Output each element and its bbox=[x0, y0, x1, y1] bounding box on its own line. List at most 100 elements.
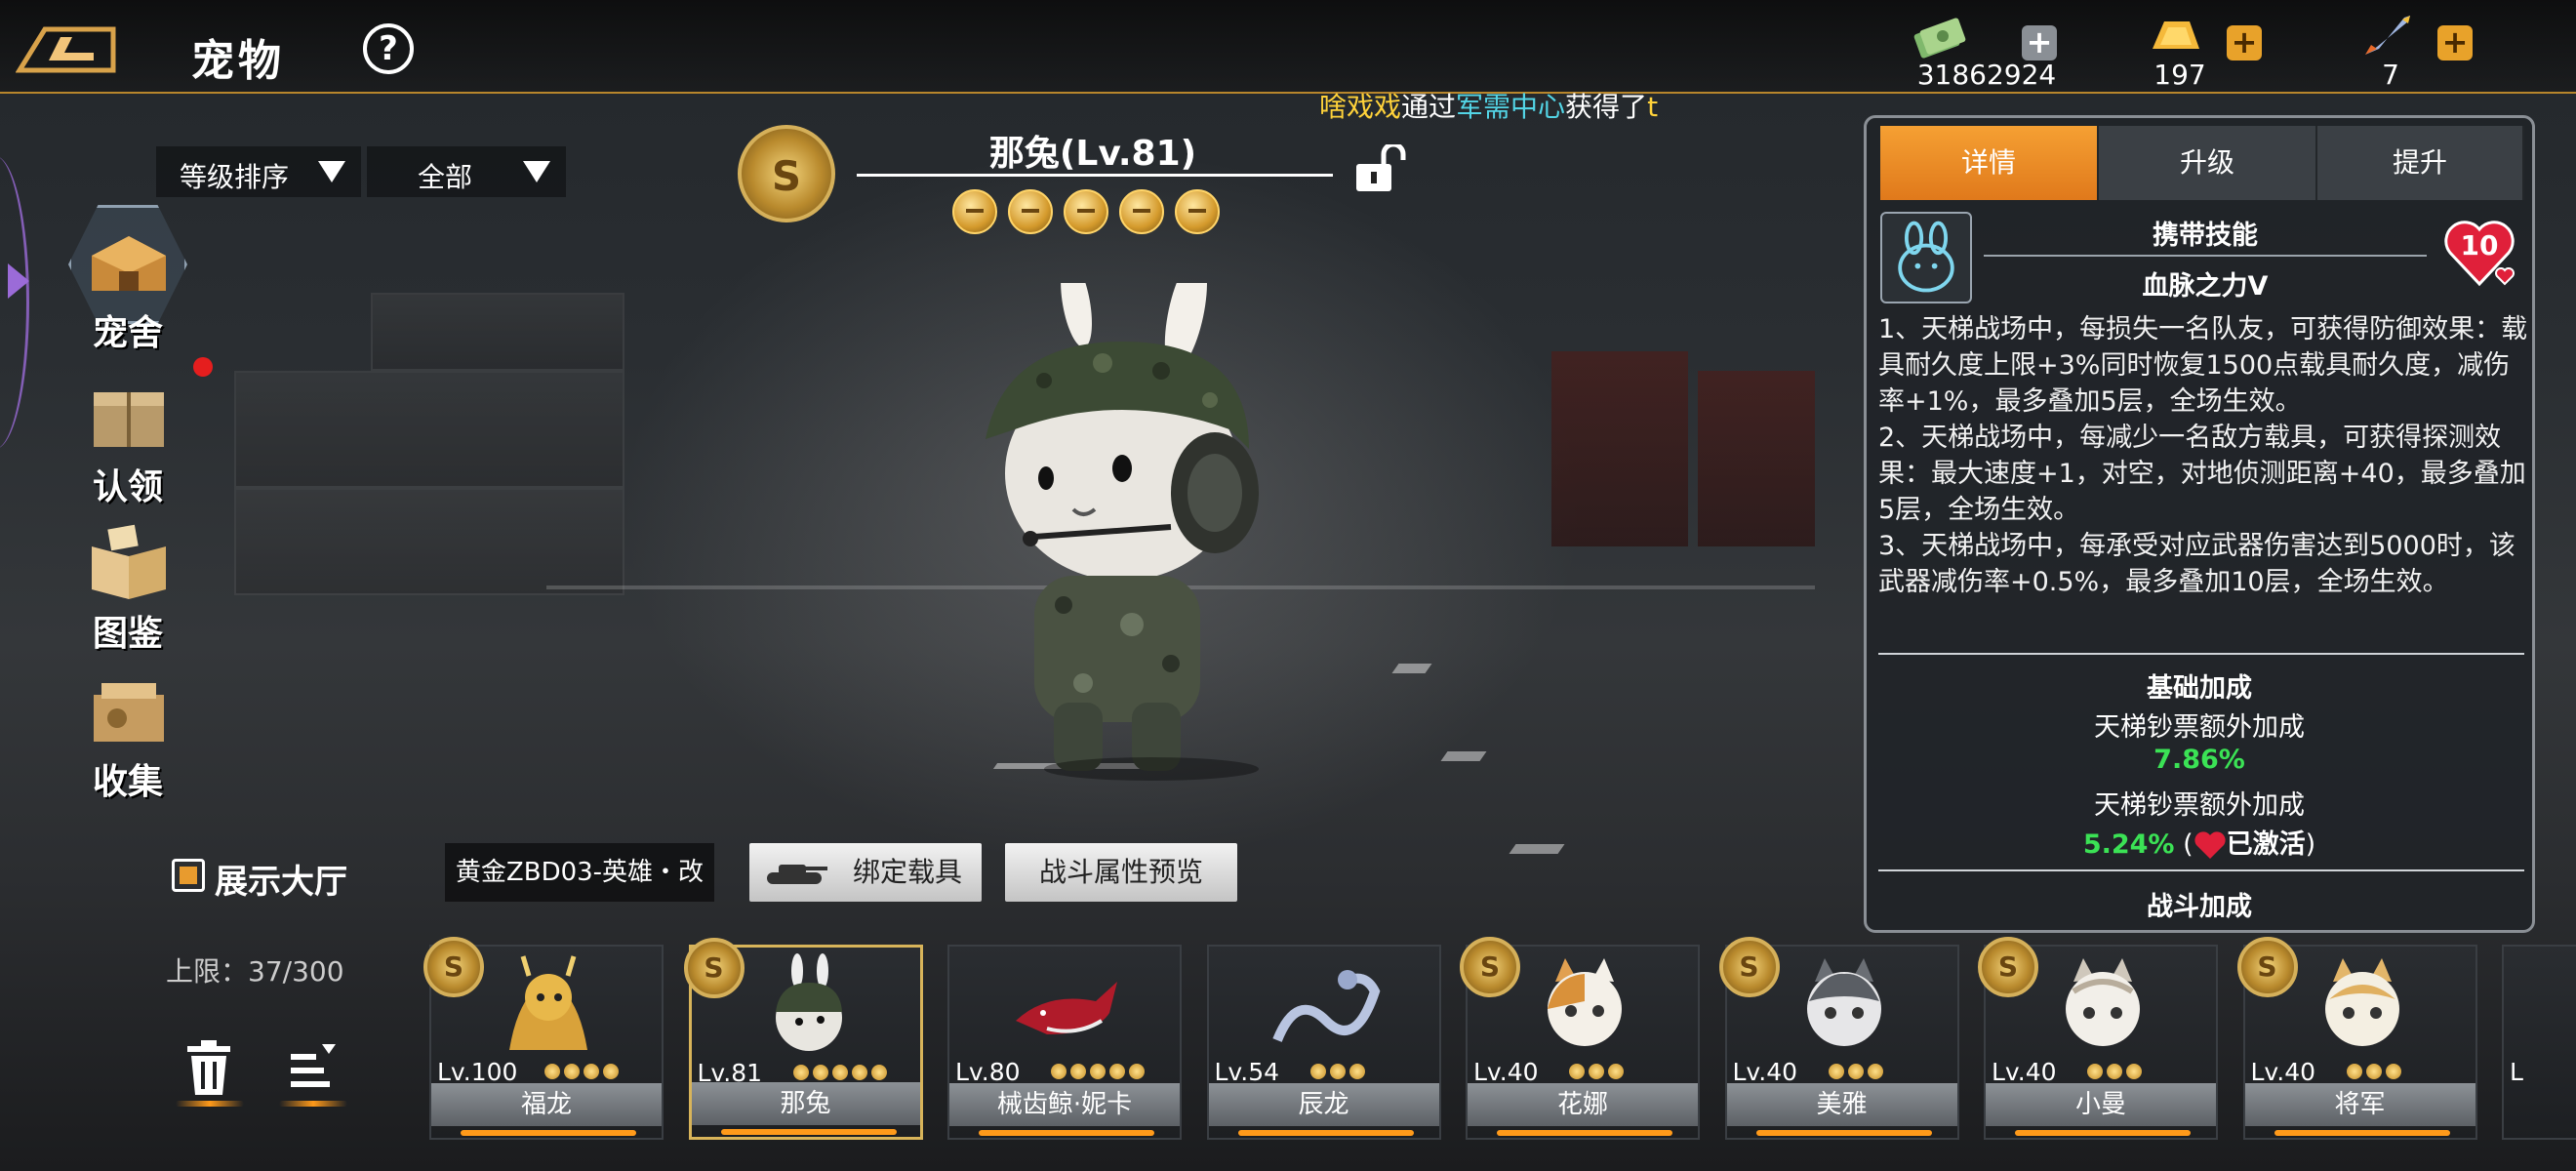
currency-gold: + 197 bbox=[2147, 10, 2274, 91]
add-banknotes-button[interactable]: + bbox=[2022, 25, 2057, 61]
pet-card-name: 福龙 bbox=[431, 1083, 662, 1126]
rank-badge-letter: S bbox=[1739, 950, 1759, 983]
combat-preview-button[interactable]: 战斗属性预览 bbox=[1005, 843, 1237, 902]
expand-arrow-icon[interactable] bbox=[8, 263, 29, 299]
pet-card[interactable]: S Lv.81 那兔 bbox=[683, 938, 923, 1140]
pet-card[interactable]: S Lv.40 小曼 bbox=[1978, 937, 2218, 1140]
show-hall-checkbox[interactable] bbox=[172, 859, 205, 892]
pet-card-name: 械齿鲸·妮卡 bbox=[949, 1083, 1180, 1126]
notification-dot bbox=[193, 357, 213, 377]
pet-card-name: 辰龙 bbox=[1208, 1083, 1439, 1126]
star-icon bbox=[870, 1065, 887, 1080]
top-divider bbox=[0, 92, 2576, 94]
star-icon bbox=[1070, 1064, 1086, 1079]
star-icon bbox=[2385, 1064, 2401, 1079]
trash-icon[interactable] bbox=[185, 1038, 232, 1097]
back-button[interactable] bbox=[15, 23, 117, 76]
star-icon bbox=[584, 1064, 599, 1079]
pet-stars bbox=[1307, 1064, 1365, 1081]
pet-card-name: 将军 bbox=[2244, 1083, 2475, 1126]
base-bonus-row2-label: 天梯钞票额外加成 bbox=[2094, 790, 2305, 821]
pet-level: Lv.40 bbox=[1732, 1058, 1798, 1086]
pet-name-underline bbox=[857, 174, 1333, 177]
pet-card[interactable]: S Lv.40 将军 bbox=[2236, 937, 2477, 1140]
pet-card-partial[interactable]: L bbox=[2502, 945, 2576, 1140]
rank-s-badge: S bbox=[683, 938, 745, 998]
tab-upgrade[interactable]: 升级 bbox=[2099, 126, 2317, 200]
skill-divider bbox=[1984, 255, 2427, 257]
nav-handbook-label: 图鉴 bbox=[92, 614, 163, 654]
kennel-icon bbox=[92, 236, 166, 291]
nav-kennel[interactable]: 宠舍 bbox=[68, 205, 187, 353]
rank-s-badge: S bbox=[1460, 937, 1520, 997]
star-icon bbox=[1348, 1064, 1365, 1079]
rank-badge-letter: S bbox=[1997, 950, 2019, 983]
pet-portrait bbox=[1806, 958, 1881, 1046]
sort-dropdown[interactable]: 等级排序 bbox=[156, 146, 361, 197]
bell-icon bbox=[952, 189, 997, 234]
skill-description: 1、天梯战场中，每损失一名队友，可获得防御效果：载具耐久度上限+3%同时恢复15… bbox=[1878, 311, 2532, 600]
gold-bars-icon bbox=[2153, 21, 2199, 49]
pet-card[interactable]: S Lv.100 福龙 bbox=[423, 937, 664, 1140]
ticker-via: 通过 bbox=[1401, 91, 1457, 123]
tab-details[interactable]: 详情 bbox=[1880, 126, 2099, 200]
rank-s-badge: S bbox=[2236, 937, 2298, 997]
sort-label: 等级排序 bbox=[180, 161, 290, 193]
star-icon bbox=[831, 1065, 848, 1080]
rocket-value: 7 bbox=[2382, 59, 2399, 91]
bell-icon bbox=[1008, 189, 1053, 234]
rank-s-badge: S bbox=[738, 125, 835, 222]
pet-portrait bbox=[775, 953, 842, 1051]
ticker-got: 获得了 bbox=[1565, 91, 1648, 123]
bell-icon bbox=[1064, 189, 1108, 234]
filter-chevron-icon bbox=[523, 161, 550, 182]
filter-dropdown[interactable]: 全部 bbox=[367, 146, 566, 197]
nav-claim[interactable]: 认领 bbox=[70, 371, 185, 507]
pet-stars bbox=[1565, 1064, 1624, 1081]
star-icon bbox=[1589, 1064, 1604, 1079]
ticker-item: t bbox=[1647, 91, 1659, 123]
star-icon bbox=[851, 1065, 867, 1080]
pet-card[interactable]: Lv.54 辰龙 bbox=[1206, 945, 1441, 1140]
bell-icon bbox=[1175, 189, 1220, 234]
pet-card-name: 小曼 bbox=[1986, 1083, 2216, 1126]
pet-level: Lv.40 bbox=[1473, 1058, 1539, 1086]
partial-card-level: L bbox=[2510, 1058, 2523, 1086]
star-icon bbox=[792, 1065, 809, 1080]
crate-icon bbox=[94, 392, 164, 447]
tab-enhance[interactable]: 提升 bbox=[2317, 126, 2524, 200]
gold-value: 197 bbox=[2153, 59, 2206, 91]
filter-label: 全部 bbox=[418, 161, 473, 193]
pet-portrait bbox=[2066, 958, 2140, 1046]
bind-vehicle-button[interactable]: 绑定载具 bbox=[749, 843, 982, 902]
show-hall-label: 展示大厅 bbox=[215, 863, 347, 902]
pet-card[interactable]: S Lv.40 美雅 bbox=[1718, 937, 1959, 1140]
pet-portrait bbox=[1548, 958, 1622, 1046]
activated-status: 已激活 bbox=[2226, 829, 2306, 860]
pet-portrait bbox=[1271, 970, 1380, 1042]
help-icon[interactable]: ? bbox=[363, 23, 414, 74]
base-bonus-title: 基础加成 bbox=[2147, 673, 2252, 704]
currency-banknotes: + 31862924 bbox=[1912, 10, 2069, 91]
add-rocket-button[interactable]: + bbox=[2437, 25, 2473, 61]
pet-card-highlight bbox=[979, 1130, 1154, 1136]
star-icon bbox=[1109, 1064, 1125, 1079]
sort-order-icon[interactable] bbox=[289, 1042, 338, 1097]
rank-badge-letter: S bbox=[2257, 950, 2277, 983]
nav-collection[interactable]: 收集 bbox=[70, 666, 185, 802]
add-gold-button[interactable]: + bbox=[2227, 25, 2262, 61]
pet-stars bbox=[2343, 1064, 2401, 1081]
unlock-icon[interactable] bbox=[1354, 144, 1413, 193]
pet-card[interactable]: S Lv.40 花娜 bbox=[1460, 937, 1700, 1140]
skill-header: 携带技能 bbox=[2153, 221, 2258, 251]
star-icon bbox=[1329, 1064, 1346, 1079]
pet-detail-panel: 详情 升级 提升 携带技能 血脉之力V 10 1、天梯战场中，每损失一名队友，可… bbox=[1864, 115, 2535, 933]
pet-card-highlight bbox=[1237, 1130, 1414, 1136]
pet-portrait bbox=[1016, 982, 1117, 1034]
nav-handbook[interactable]: 图鉴 bbox=[70, 517, 185, 654]
currency-rocket: + 7 bbox=[2357, 10, 2484, 91]
pet-card[interactable]: Lv.80 械齿鲸·妮卡 bbox=[947, 945, 1182, 1140]
star-icon bbox=[2126, 1064, 2142, 1079]
skill-rabbit-icon bbox=[1880, 212, 1972, 303]
base-bonus-row2: 5.24% (已激活) bbox=[1867, 823, 2532, 861]
